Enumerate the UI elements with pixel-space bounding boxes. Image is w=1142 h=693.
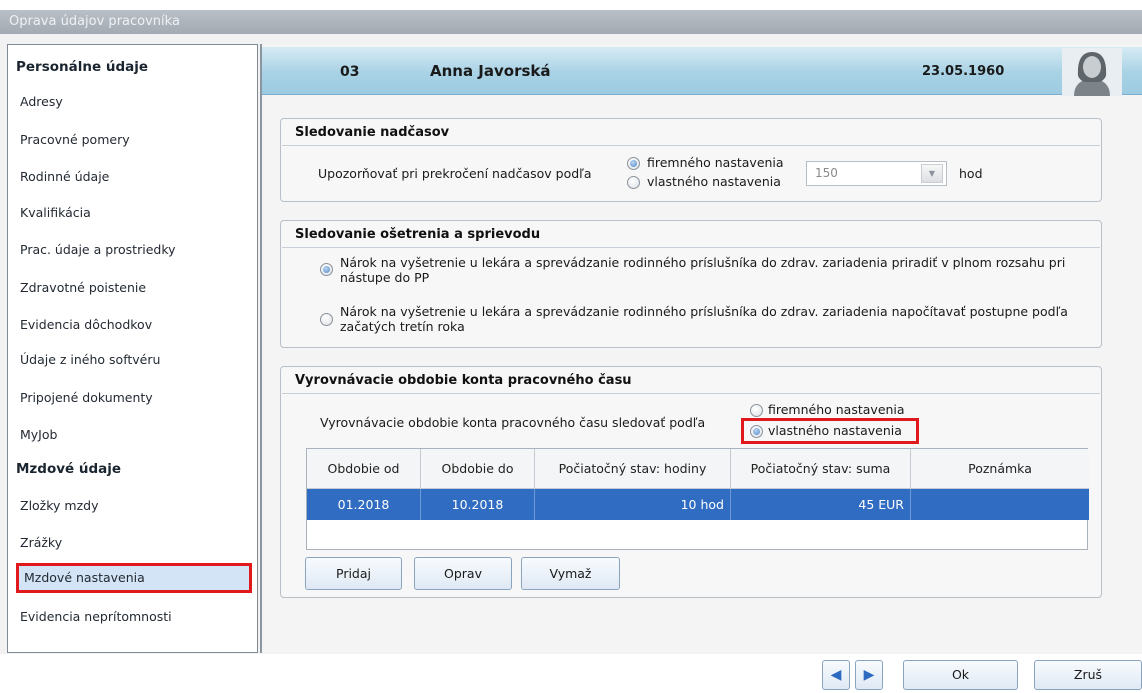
overtime-radio-company[interactable] xyxy=(627,157,640,170)
balance-radio-own[interactable] xyxy=(750,425,763,438)
overtime-unit: hod xyxy=(959,166,983,181)
divider xyxy=(282,393,1100,394)
balance-radio-company[interactable] xyxy=(750,404,763,417)
delete-button[interactable]: Vymaž xyxy=(521,557,620,590)
column-header[interactable]: Počiatočný stav: suma xyxy=(731,449,911,489)
sidebar-item-other-software[interactable]: Údaje z iného softvéru xyxy=(20,345,254,375)
sidebar-item-attached-docs[interactable]: Pripojené dokumenty xyxy=(20,383,254,413)
table-header: Obdobie od Obdobie do Počiatočný stav: h… xyxy=(307,449,1089,489)
treatment-radio-gradual[interactable] xyxy=(320,313,333,326)
previous-icon[interactable]: ◀ xyxy=(822,660,850,690)
treatment-option-gradual[interactable]: Nárok na vyšetrenie u lekára a sprevádza… xyxy=(340,304,1090,334)
treatment-title: Sledovanie ošetrenia a sprievodu xyxy=(295,227,541,242)
cell-to: 10.2018 xyxy=(421,489,535,520)
edit-button[interactable]: Oprav xyxy=(414,557,512,590)
overtime-option-own[interactable]: vlastného nastavenia xyxy=(647,174,781,189)
sidebar-section-personal: Personálne údaje xyxy=(16,59,149,75)
treatment-radio-full[interactable] xyxy=(320,263,333,276)
sidebar-item-deductions[interactable]: Zrážky xyxy=(20,528,254,558)
sidebar-item-addresses[interactable]: Adresy xyxy=(20,87,254,117)
table-row[interactable]: 01.2018 10.2018 10 hod 45 EUR xyxy=(307,489,1089,520)
column-header[interactable]: Obdobie od xyxy=(307,449,421,489)
sidebar-item-absence[interactable]: Evidencia neprítomnosti xyxy=(20,602,254,632)
balance-label: Vyrovnávacie obdobie konta pracovného ča… xyxy=(320,415,706,430)
window-title: Oprava údajov pracovníka xyxy=(0,10,1142,34)
sidebar-item-employment[interactable]: Pracovné pomery xyxy=(20,125,254,155)
employee-header xyxy=(262,47,1142,95)
sidebar-item-work-data[interactable]: Prac. údaje a prostriedky xyxy=(20,235,254,265)
balance-option-company[interactable]: firemného nastavenia xyxy=(768,402,905,417)
balance-table: Obdobie od Obdobie do Počiatočný stav: h… xyxy=(306,448,1089,550)
cell-from: 01.2018 xyxy=(307,489,421,520)
avatar-icon xyxy=(1062,48,1122,96)
sidebar-item-qualification[interactable]: Kvalifikácia xyxy=(20,198,254,228)
overtime-radio-own[interactable] xyxy=(627,176,640,189)
sidebar: Personálne údaje Adresy Pracovné pomery … xyxy=(7,44,258,653)
overtime-option-company[interactable]: firemného nastavenia xyxy=(647,155,784,170)
sidebar-item-family[interactable]: Rodinné údaje xyxy=(20,162,254,192)
cell-note xyxy=(911,489,1089,520)
cell-hours: 10 hod xyxy=(535,489,731,520)
employee-birthdate: 23.05.1960 xyxy=(922,64,1005,79)
sidebar-item-pensions[interactable]: Evidencia dôchodkov xyxy=(20,310,254,340)
cell-sum: 45 EUR xyxy=(731,489,911,520)
column-header[interactable]: Počiatočný stav: hodiny xyxy=(535,449,731,489)
sidebar-section-payroll: Mzdové údaje xyxy=(16,461,122,477)
chevron-down-icon[interactable]: ▼ xyxy=(921,164,943,183)
employee-number: 03 xyxy=(340,64,360,80)
next-icon[interactable]: ▶ xyxy=(855,660,883,690)
ok-button[interactable]: Ok xyxy=(903,660,1018,690)
add-button[interactable]: Pridaj xyxy=(305,557,402,590)
employee-name: Anna Javorská xyxy=(430,62,551,80)
balance-title: Vyrovnávacie obdobie konta pracovného ča… xyxy=(295,373,632,388)
overtime-title: Sledovanie nadčasov xyxy=(295,125,450,140)
balance-option-own[interactable]: vlastného nastavenia xyxy=(768,423,902,438)
sidebar-item-health-insurance[interactable]: Zdravotné poistenie xyxy=(20,273,254,303)
column-header[interactable]: Obdobie do xyxy=(421,449,535,489)
overtime-label: Upozorňovať pri prekročení nadčasov podľ… xyxy=(318,166,592,181)
sidebar-item-myjob[interactable]: MyJob xyxy=(20,420,254,450)
cancel-button[interactable]: Zruš xyxy=(1034,660,1142,690)
sidebar-item-payroll-settings[interactable]: Mzdové nastavenia xyxy=(16,563,252,593)
column-header[interactable]: Poznámka xyxy=(911,449,1089,489)
divider xyxy=(282,247,1100,248)
divider xyxy=(282,145,1100,146)
treatment-option-full[interactable]: Nárok na vyšetrenie u lekára a sprevádza… xyxy=(340,255,1090,285)
sidebar-item-wage-components[interactable]: Zložky mzdy xyxy=(20,491,254,521)
